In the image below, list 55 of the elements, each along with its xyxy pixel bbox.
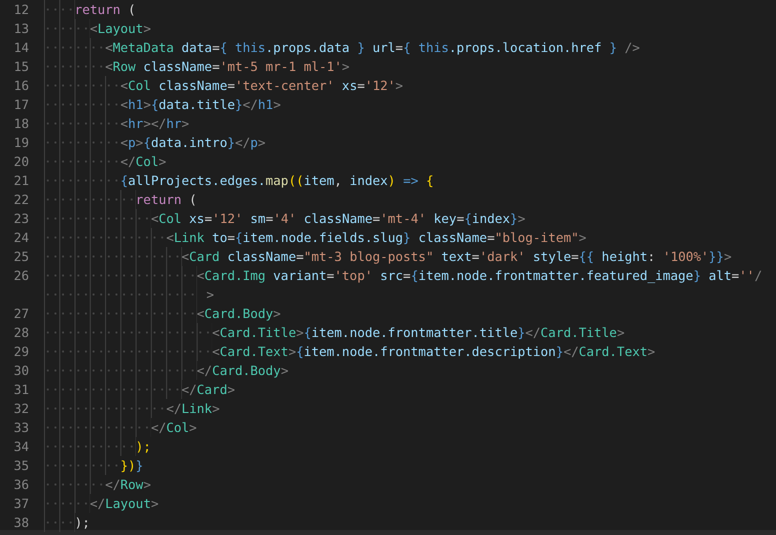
line-number: 18 xyxy=(12,115,29,133)
line-number: 14 xyxy=(12,39,29,57)
line-number: 29 xyxy=(12,343,29,361)
line-number: 27 xyxy=(12,305,29,323)
code-line: <Row className='mt-5 mr-1 ml-1'> xyxy=(105,58,350,76)
line-number: 38 xyxy=(12,514,29,532)
line-number: 16 xyxy=(12,77,29,95)
line-number: 31 xyxy=(12,381,29,399)
line-number: 20 xyxy=(12,153,29,171)
code-line: </Col> xyxy=(120,153,166,171)
line-number: 17 xyxy=(12,96,29,114)
code-line: <MetaData data={ this.props.data } url={ this.props.location.href } /> xyxy=(105,39,640,57)
code-line: </Link> xyxy=(166,400,220,418)
line-number: 26 xyxy=(12,267,29,285)
code-line: <Col className='text-center' xs='12'> xyxy=(120,77,404,95)
code-line: return ( xyxy=(74,1,136,19)
code-line: <Link to={item.node.fields.slug} className="blog-item"> xyxy=(166,229,586,247)
line-number: 25 xyxy=(12,248,29,266)
code-line: <Card className="mt-3 blog-posts" text='dark' style={{ height: '100%'}}> xyxy=(182,248,732,266)
line-number: 13 xyxy=(12,20,29,38)
line-number: 21 xyxy=(12,172,29,190)
line-number: 15 xyxy=(12,58,29,76)
line-number: 36 xyxy=(12,476,29,494)
code-line: <Card.Body> xyxy=(196,305,281,323)
line-number: 37 xyxy=(12,495,29,513)
code-line: ); xyxy=(136,438,151,456)
line-number: 33 xyxy=(12,419,29,437)
code-line: ); xyxy=(74,514,90,532)
code-line: </Col> xyxy=(150,419,197,437)
code-line: <hr></hr> xyxy=(120,115,190,133)
code-line: <Col xs='12' sm='4' className='mt-4' key={index}> xyxy=(150,210,526,228)
line-number: 30 xyxy=(12,362,29,380)
code-line: </Card> xyxy=(182,381,235,399)
line-number: 28 xyxy=(12,324,29,342)
line-number: 32 xyxy=(12,400,29,418)
line-number: 35 xyxy=(12,457,29,475)
code-line: </Card.Body> xyxy=(196,362,288,380)
code-line: </Row> xyxy=(105,476,151,494)
code-line: <Card.Img variant='top' src={item.node.frontmatter.featured_image} alt=''/ xyxy=(196,267,762,285)
line-number: 19 xyxy=(12,134,29,152)
code-line: <Layout> xyxy=(90,20,151,38)
line-number: 12 xyxy=(12,1,29,19)
line-number: 22 xyxy=(12,191,29,209)
code-line: <Card.Title>{item.node.frontmatter.title}</Card.Title> xyxy=(212,324,625,342)
code-line: > xyxy=(206,286,214,304)
code-line: {allProjects.edges.map((item, index) => { xyxy=(120,172,434,190)
code-line: <Card.Text>{item.node.frontmatter.description}</Card.Text> xyxy=(212,343,656,361)
code-line: <p>{data.intro}</p> xyxy=(120,134,266,152)
code-line: </Layout> xyxy=(90,495,159,513)
code-line: return ( xyxy=(136,191,197,209)
code-line: <h1>{data.title}</h1> xyxy=(120,96,281,114)
line-number: 34 xyxy=(12,438,29,456)
code-line: })} xyxy=(120,457,144,475)
line-number: 24 xyxy=(12,229,29,247)
line-number: 23 xyxy=(12,210,29,228)
